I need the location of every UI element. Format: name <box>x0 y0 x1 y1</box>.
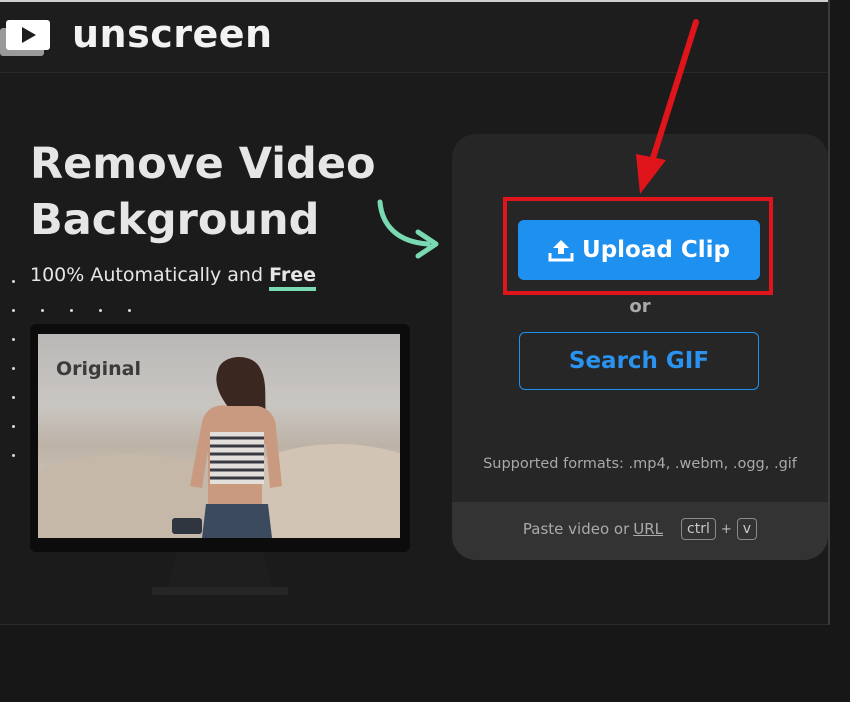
monitor-stand <box>168 552 272 588</box>
monitor-base <box>152 587 288 595</box>
search-gif-button[interactable]: Search GIF <box>519 332 759 390</box>
curved-arrow-icon <box>377 199 439 259</box>
page-title: Remove Video Background <box>30 136 430 248</box>
paste-prefix: Paste video or <box>522 520 630 538</box>
title-line-1: Remove Video <box>30 139 376 189</box>
v-key: v <box>736 518 758 540</box>
tagline-free: Free <box>269 264 316 291</box>
paste-url-link[interactable]: URL <box>633 520 663 538</box>
top-divider <box>0 0 828 2</box>
paste-hint: Paste video or URL ctrl + v <box>452 518 828 540</box>
upload-icon <box>548 240 574 262</box>
plus-sign: + <box>720 521 732 537</box>
red-pointer-arrow-icon <box>636 19 699 194</box>
preview-video: Original <box>38 334 400 538</box>
preview-monitor: Original <box>30 324 410 552</box>
play-window-icon[interactable] <box>0 14 56 58</box>
upload-clip-button[interactable]: Upload Clip <box>518 220 760 280</box>
supported-formats: Supported formats: .mp4, .webm, .ogg, .g… <box>483 456 797 472</box>
upload-clip-label: Upload Clip <box>582 237 730 263</box>
search-gif-label: Search GIF <box>568 348 710 374</box>
ctrl-key: ctrl <box>681 518 716 540</box>
title-line-2: Background <box>30 195 320 245</box>
preview-label: Original <box>56 358 142 380</box>
or-separator: or <box>629 296 651 317</box>
brand-name[interactable]: unscreen <box>72 12 273 56</box>
woman-figure-image <box>172 356 282 538</box>
